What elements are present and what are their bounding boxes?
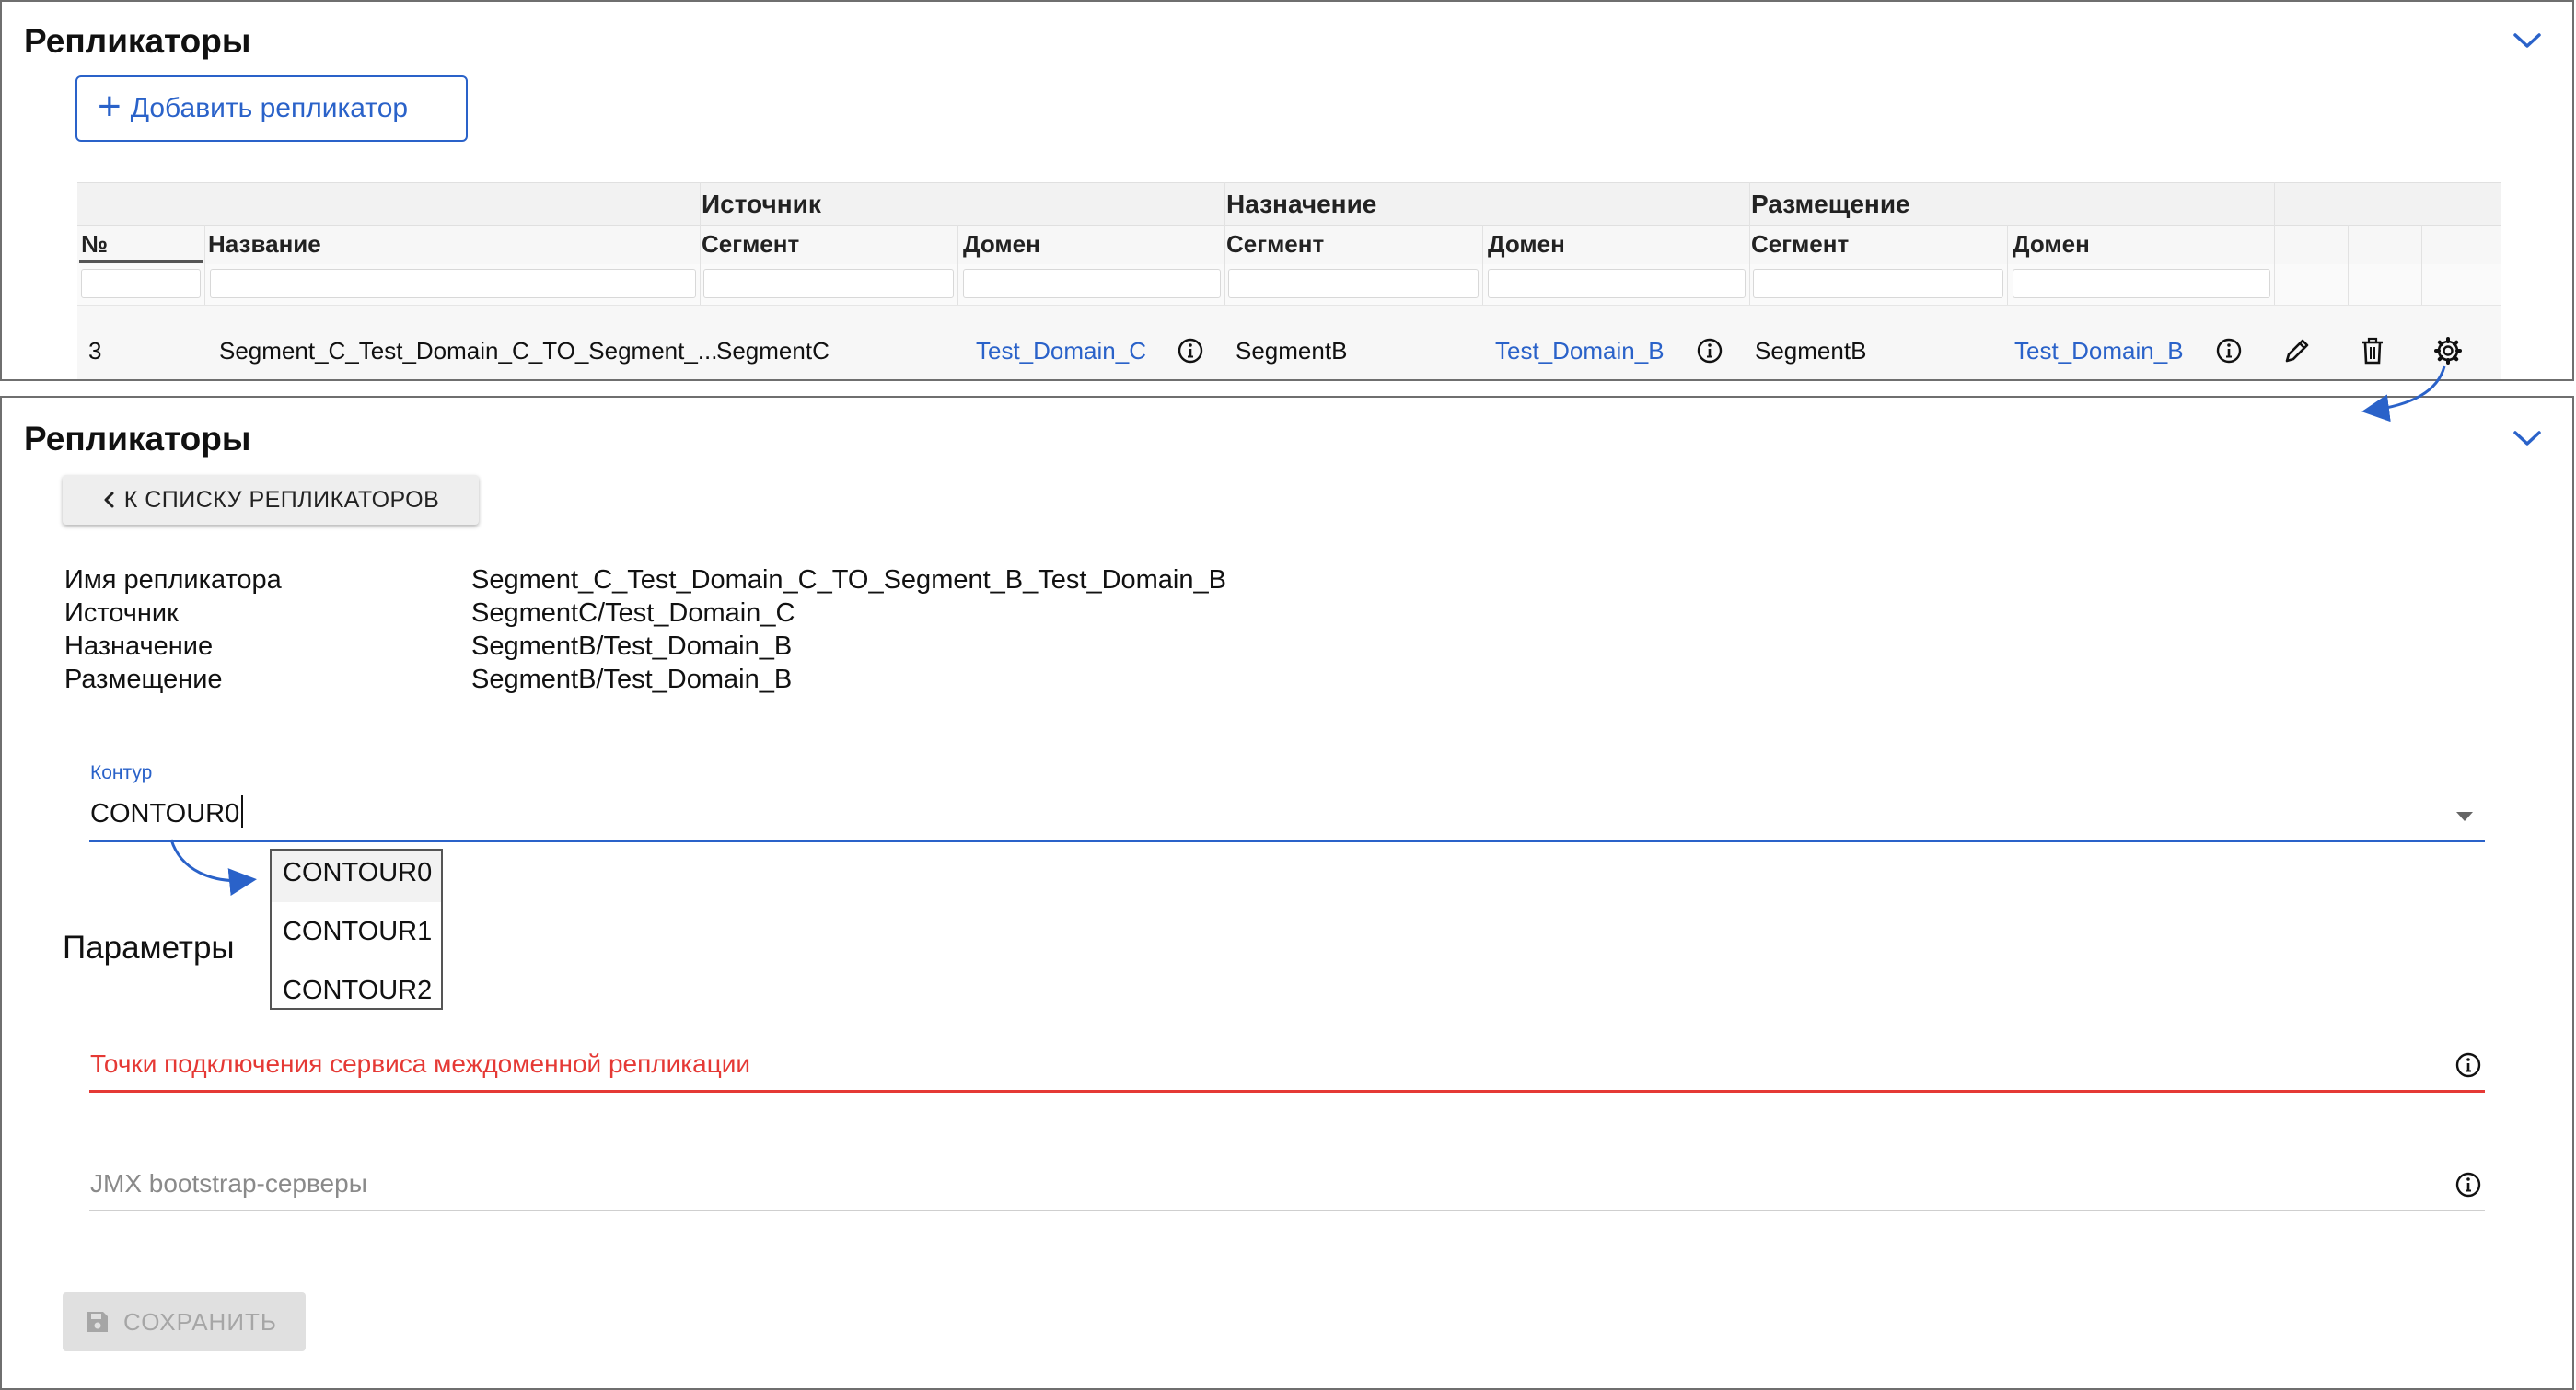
chevron-down-icon[interactable] [2512, 429, 2543, 447]
jmx-bootstrap-input[interactable]: JMX bootstrap-серверы [90, 1169, 367, 1199]
group-destination: Назначение [1226, 190, 1377, 218]
contour-option-0[interactable]: CONTOUR0 [283, 858, 432, 888]
page-title: Репликаторы [24, 420, 251, 458]
placement-value: SegmentB/Test_Domain_B [471, 665, 793, 694]
replicator-name-label: Имя репликатора [64, 565, 282, 595]
filter-name-input[interactable] [210, 269, 696, 298]
contour-dropdown-menu: CONTOUR0 CONTOUR1 CONTOUR2 [270, 849, 443, 1010]
cell-source-domain-link[interactable]: Test_Domain_C [976, 337, 1146, 365]
contour-option-2[interactable]: CONTOUR2 [283, 976, 432, 1006]
contour-select[interactable]: CONTOUR0 [90, 799, 239, 829]
contour-option-1[interactable]: CONTOUR1 [283, 917, 432, 947]
plus-icon: + [98, 84, 122, 129]
endpoints-field-underline [89, 1090, 2485, 1093]
filter-source-segment-input[interactable] [703, 269, 954, 298]
filter-source-domain-input[interactable] [963, 269, 1221, 298]
destination-value: SegmentB/Test_Domain_B [471, 631, 793, 661]
save-button-label: СОХРАНИТЬ [123, 1307, 277, 1336]
group-source: Источник [702, 190, 821, 218]
chevron-left-icon [104, 492, 114, 508]
cell-source-segment: SegmentC [716, 337, 830, 365]
filter-destination-segment-input[interactable] [1228, 269, 1479, 298]
delete-trash-icon[interactable] [2357, 335, 2388, 366]
jmx-field-underline [89, 1210, 2485, 1211]
column-source-domain[interactable]: Домен [963, 230, 1040, 259]
filter-placement-segment-input[interactable] [1753, 269, 2003, 298]
page-title: Репликаторы [24, 22, 251, 60]
endpoints-input[interactable]: Точки подключения сервиса междоменной ре… [90, 1049, 750, 1079]
chevron-down-icon[interactable] [2512, 31, 2543, 50]
add-replicator-button[interactable]: + Добавить репликатор [75, 75, 468, 142]
filter-destination-domain-input[interactable] [1488, 269, 1746, 298]
dropdown-arrow-icon[interactable] [2456, 812, 2473, 821]
filter-placement-domain-input[interactable] [2013, 269, 2270, 298]
column-destination-domain[interactable]: Домен [1488, 230, 1565, 259]
source-label: Источник [64, 598, 179, 628]
replicators-list-panel: Репликаторы + Добавить репликатор Источн… [0, 0, 2574, 381]
cell-name: Segment_C_Test_Domain_C_TO_Segment_... [219, 337, 718, 365]
source-value: SegmentC/Test_Domain_C [471, 598, 795, 628]
floppy-disk-icon [87, 1312, 108, 1332]
sort-indicator [79, 260, 203, 263]
contour-field-underline [89, 840, 2485, 842]
back-to-list-button[interactable]: К СПИСКУ РЕПЛИКАТОРОВ [63, 475, 479, 525]
filter-number-input[interactable] [81, 269, 201, 298]
text-cursor [241, 795, 243, 828]
info-icon[interactable] [2215, 337, 2243, 365]
column-placement-domain[interactable]: Домен [2013, 230, 2090, 259]
column-destination-segment[interactable]: Сегмент [1226, 230, 1324, 259]
edit-pencil-icon[interactable] [2281, 335, 2313, 366]
column-number[interactable]: № [81, 230, 108, 259]
back-button-label: К СПИСКУ РЕПЛИКАТОРОВ [123, 486, 440, 513]
column-placement-segment[interactable]: Сегмент [1751, 230, 1849, 259]
settings-gear-icon[interactable] [2432, 335, 2464, 366]
cell-destination-domain-link[interactable]: Test_Domain_B [1495, 337, 1665, 365]
save-button[interactable]: СОХРАНИТЬ [63, 1292, 306, 1351]
add-replicator-label: Добавить репликатор [130, 93, 409, 123]
info-icon[interactable] [1177, 337, 1204, 365]
destination-label: Назначение [64, 631, 214, 661]
cell-placement-domain-link[interactable]: Test_Domain_B [2014, 337, 2184, 365]
cell-destination-segment: SegmentB [1236, 337, 1348, 365]
info-icon[interactable] [1696, 337, 1723, 365]
placement-label: Размещение [64, 665, 223, 694]
info-icon[interactable] [2454, 1051, 2482, 1079]
info-icon[interactable] [2454, 1171, 2482, 1199]
contour-field-label: Контур [90, 762, 153, 783]
parameters-heading: Параметры [63, 930, 235, 966]
replicator-name-value: Segment_C_Test_Domain_C_TO_Segment_B_Tes… [471, 565, 1226, 595]
group-placement: Размещение [1751, 190, 1910, 218]
replicators-table: Источник Назначение Размещение № Названи… [77, 182, 2501, 379]
cell-number: 3 [88, 337, 102, 365]
column-source-segment[interactable]: Сегмент [702, 230, 799, 259]
cell-placement-segment: SegmentB [1755, 337, 1867, 365]
column-name[interactable]: Название [208, 230, 321, 259]
